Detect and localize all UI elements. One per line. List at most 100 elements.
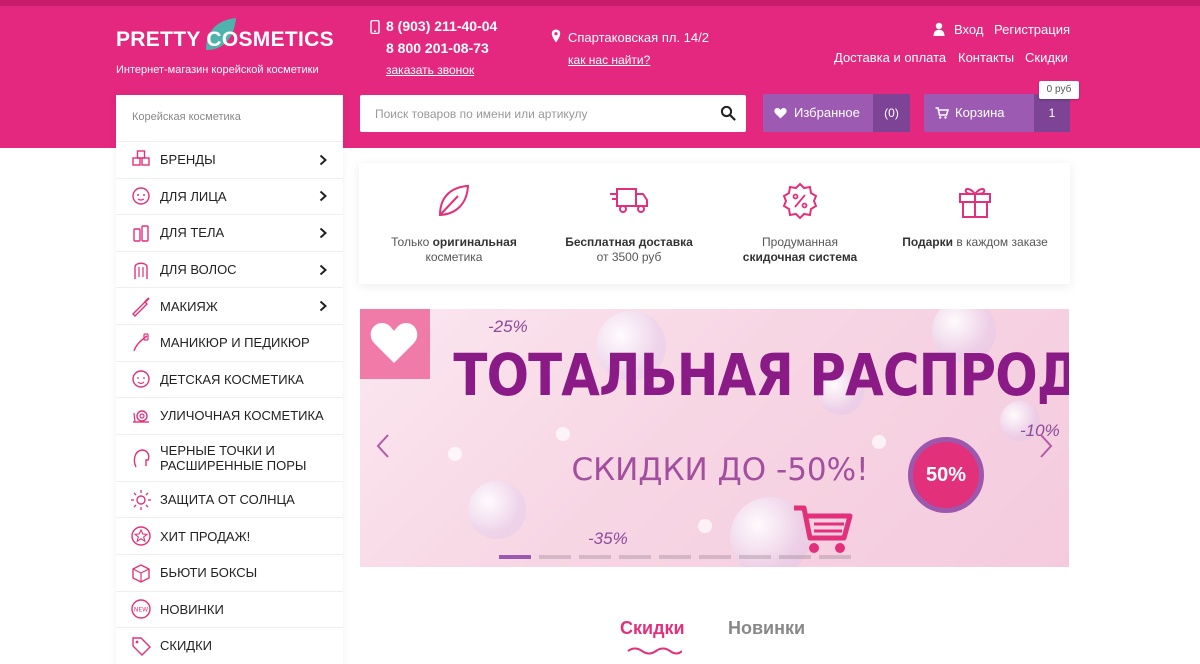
sidebar-item-makeup[interactable]: Макияж xyxy=(116,287,343,324)
sidebar-item-snail[interactable]: Уличочная косметика xyxy=(116,397,343,434)
cart-total-badge: 0 руб xyxy=(1039,81,1079,99)
discount-icon xyxy=(132,637,151,656)
discount-badge: 50% xyxy=(908,437,984,513)
sidebar-item-sun[interactable]: Защита от солнца xyxy=(116,480,343,518)
sidebar-item-kids[interactable]: Детская косметика xyxy=(116,360,343,398)
sidebar-item-manicure[interactable]: Маникюр и педикюр xyxy=(116,323,343,361)
category-sidebar: Корейская косметика Бренды Для лица Для те… xyxy=(116,95,343,664)
slider-dot[interactable] xyxy=(659,555,691,559)
benefit-gifts-bold: Подарки xyxy=(902,235,953,249)
brands-icon xyxy=(132,150,150,166)
sidebar-item-label: Бренды xyxy=(160,152,216,168)
benefit-original-bold: оригинальная xyxy=(432,235,517,249)
sidebar-item-label: Маникюр и педикюр xyxy=(160,335,310,351)
benefits-panel: Только оригинальная косметика Бесплатная … xyxy=(359,163,1070,284)
sidebar-item-label: Детская косметика xyxy=(160,371,304,387)
search-box xyxy=(360,95,746,132)
chevron-right-icon[interactable] xyxy=(319,154,327,166)
find-us-link[interactable]: как нас найти? xyxy=(568,53,650,67)
sidebar-item-label: Скидки xyxy=(160,638,213,654)
slider-dot[interactable] xyxy=(779,555,811,559)
slider-dot[interactable] xyxy=(739,555,771,559)
benefit-discounts-pre: Продуманная xyxy=(762,235,838,249)
nav-discounts[interactable]: Скидки xyxy=(1025,50,1068,65)
search-icon[interactable] xyxy=(720,105,736,121)
phone-number-1[interactable]: 8 (903) 211-40-04 xyxy=(386,18,497,34)
slider-dot[interactable] xyxy=(699,555,731,559)
slider-next-arrow[interactable] xyxy=(1039,433,1053,459)
benefit-delivery: Бесплатная доставка от 3500 руб xyxy=(544,181,714,265)
truck-icon xyxy=(610,188,648,213)
favorites-count[interactable]: (0) xyxy=(873,94,910,132)
phone-icon xyxy=(370,20,380,34)
sidebar-item-new[interactable]: NEW Новинки xyxy=(116,590,343,628)
chevron-right-icon[interactable] xyxy=(319,264,327,276)
sidebar-item-brands[interactable]: Бренды xyxy=(116,141,343,178)
sidebar-item-star[interactable]: Хит продаж! xyxy=(116,517,343,554)
cart-icon xyxy=(935,107,949,119)
sidebar-item-hair[interactable]: Для волос xyxy=(116,250,343,288)
phone-number-2[interactable]: 8 800 201-08-73 xyxy=(386,40,489,56)
face-icon xyxy=(132,187,150,206)
svg-text:NEW: NEW xyxy=(134,607,148,614)
logo-tagline: Интернет-магазин корейской косметики xyxy=(116,64,319,76)
slider-dot[interactable] xyxy=(619,555,651,559)
manicure-icon xyxy=(133,333,149,352)
sidebar-item-box[interactable]: Бьюти боксы xyxy=(116,553,343,591)
snail-icon xyxy=(133,410,149,423)
chevron-right-icon[interactable] xyxy=(319,227,327,239)
promo-banner[interactable]: -25% -10% -35% ТОТАЛЬНАЯ РАСПРОДАЖА! СКИ… xyxy=(360,309,1069,567)
flower-decoration xyxy=(448,447,462,461)
slider-prev-arrow[interactable] xyxy=(376,433,390,459)
sidebar-item-label: Для тела xyxy=(160,225,225,241)
nav-contacts[interactable]: Контакты xyxy=(958,50,1014,65)
login-link[interactable]: Вход xyxy=(954,22,983,37)
sidebar-heading: Корейская косметика xyxy=(132,111,241,123)
cart-label: Корзина xyxy=(955,105,1005,120)
sun-icon xyxy=(131,489,151,510)
sidebar-item-face[interactable]: Для лица xyxy=(116,177,343,215)
heart-badge-icon xyxy=(360,309,430,379)
discount-label-35: -35% xyxy=(588,529,628,548)
callback-link[interactable]: заказать звонок xyxy=(386,63,474,77)
chevron-right-icon[interactable] xyxy=(319,300,327,312)
search-input[interactable] xyxy=(360,95,700,132)
sidebar-item-label: Защита от солнца xyxy=(160,492,295,508)
register-link[interactable]: Регистрация xyxy=(994,22,1070,37)
sidebar-item-label: Для волос xyxy=(160,262,237,278)
cart-count[interactable]: 1 xyxy=(1034,94,1070,132)
slider-dot[interactable] xyxy=(579,555,611,559)
slider-dot[interactable] xyxy=(499,555,531,559)
benefit-delivery-bold: Бесплатная доставка xyxy=(565,235,693,249)
chevron-right-icon[interactable] xyxy=(319,190,327,202)
tab-new[interactable]: Новинки xyxy=(728,618,805,639)
star-icon xyxy=(131,526,151,546)
banner-title: ТОТАЛЬНАЯ РАСПРОДАЖА! xyxy=(453,341,1069,409)
header-topline xyxy=(0,0,1200,6)
sidebar-item-label: Макияж xyxy=(160,298,218,314)
sidebar-item-label: Хит продаж! xyxy=(160,528,251,544)
sidebar-item-label: Новинки xyxy=(160,601,224,617)
shopping-cart-icon xyxy=(794,505,853,553)
nav-delivery[interactable]: Доставка и оплата xyxy=(834,50,946,65)
active-tab-underline xyxy=(627,647,682,655)
tab-discounts[interactable]: Скидки xyxy=(620,618,685,639)
heart-icon xyxy=(774,108,787,119)
slider-dot[interactable] xyxy=(539,555,571,559)
body-icon xyxy=(133,225,149,242)
benefit-gifts: Подарки в каждом заказе xyxy=(890,181,1060,250)
makeup-icon xyxy=(132,297,150,318)
hair-icon xyxy=(134,262,148,279)
benefit-original-pre: Только xyxy=(391,235,433,249)
sidebar-item-pores[interactable]: Черные точки и расширенные поры xyxy=(116,433,343,481)
flower-decoration xyxy=(872,435,886,449)
sidebar-item-body[interactable]: Для тела xyxy=(116,214,343,251)
benefit-delivery-post: от 3500 руб xyxy=(596,250,662,264)
location-pin-icon xyxy=(551,29,561,43)
kids-icon xyxy=(132,370,150,389)
percent-badge-icon xyxy=(782,182,818,220)
sidebar-item-discount[interactable]: Скидки xyxy=(116,627,343,664)
benefit-discounts: Продуманная скидочная система xyxy=(715,181,885,265)
slider-dot[interactable] xyxy=(819,555,851,559)
logo[interactable]: PRETTY COSMETICS Интернет-магазин корейс… xyxy=(116,18,336,80)
